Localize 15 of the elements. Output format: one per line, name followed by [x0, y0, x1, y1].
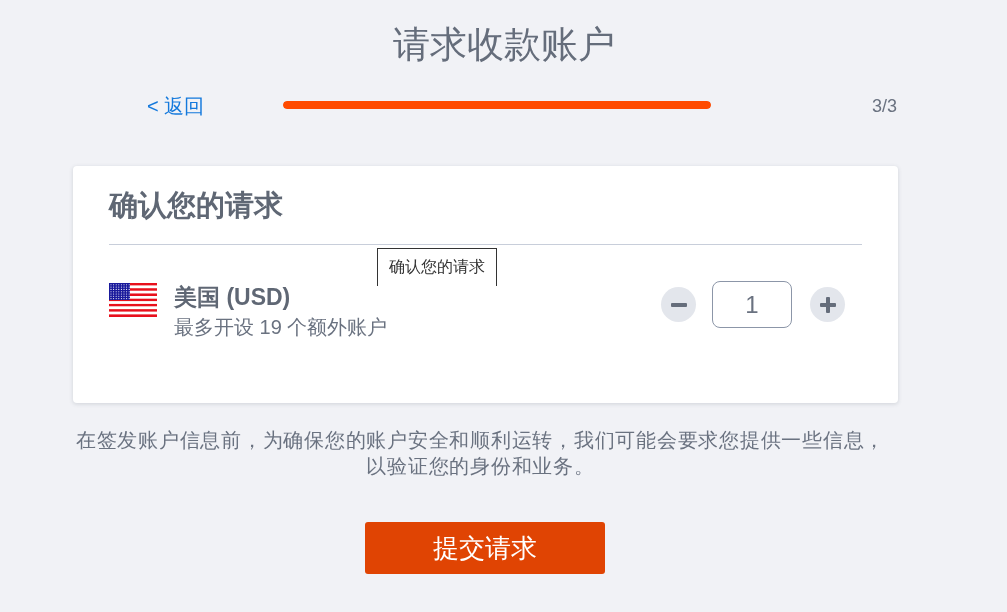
us-flag-icon	[109, 283, 157, 317]
decrement-button[interactable]	[661, 287, 696, 322]
back-link[interactable]: < 返回	[147, 94, 205, 118]
increment-button[interactable]	[810, 287, 845, 322]
quantity-field[interactable]: 1	[712, 281, 792, 328]
step-counter: 3/3	[871, 95, 897, 118]
page-title: 请求收款账户	[391, 23, 616, 67]
submit-button[interactable]: 提交请求	[365, 522, 605, 574]
plus-icon	[819, 296, 836, 313]
minus-icon	[670, 302, 687, 307]
account-note: 最多开设 19 个额外账户	[174, 315, 388, 340]
card-title: 确认您的请求	[109, 188, 283, 223]
tooltip: 确认您的请求	[377, 248, 497, 286]
account-name: 美国 (USD)	[174, 283, 291, 312]
notice-text: 在签发账户信息前，为确保您的账户安全和顺利运转，我们可能会要求您提供一些信息，以验证您的身份和业务。	[74, 428, 887, 479]
